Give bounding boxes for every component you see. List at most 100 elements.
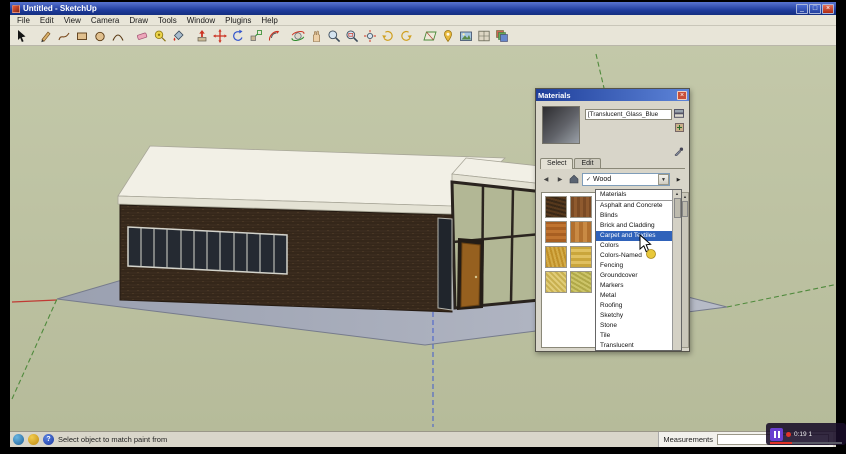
dropdown-item[interactable]: Metal <box>596 291 672 301</box>
offset-tool-icon[interactable] <box>265 27 282 44</box>
title-bar[interactable]: Untitled - SketchUp _ □ × <box>10 2 836 15</box>
eraser-tool-icon[interactable] <box>133 27 150 44</box>
dropdown-item-selected[interactable]: Carpet and Textiles <box>596 231 672 241</box>
maximize-button[interactable]: □ <box>809 3 821 14</box>
dialog-scrollbar[interactable]: ▲ <box>681 192 689 348</box>
in-model-icon[interactable] <box>568 174 580 186</box>
pan-tool-icon[interactable] <box>307 27 324 44</box>
combo-arrow-icon[interactable]: ▼ <box>658 174 669 185</box>
menu-plugins[interactable]: Plugins <box>220 16 256 25</box>
video-frame: Untitled - SketchUp _ □ × File Edit View… <box>0 0 846 454</box>
menu-edit[interactable]: Edit <box>35 16 59 25</box>
next-view-tool-icon[interactable] <box>397 27 414 44</box>
viewport[interactable]: Materials × [Translucent_Glass_Blue Sele… <box>10 46 836 431</box>
scroll-thumb[interactable] <box>673 198 681 218</box>
dropdown-item[interactable]: Fencing <box>596 261 672 271</box>
geolocation-icon[interactable] <box>13 434 24 445</box>
section-plane-tool-icon[interactable] <box>421 27 438 44</box>
material-name-field[interactable]: [Translucent_Glass_Blue <box>585 109 672 120</box>
window-title: Untitled - SketchUp <box>23 4 97 13</box>
dialog-close-icon[interactable]: × <box>677 90 687 100</box>
zoom-extents-tool-icon[interactable] <box>361 27 378 44</box>
close-button[interactable]: × <box>822 3 834 14</box>
video-progress-bar[interactable] <box>770 442 842 444</box>
dropdown-item[interactable]: Roofing <box>596 301 672 311</box>
select-tool-icon[interactable] <box>13 27 30 44</box>
material-thumbnail[interactable] <box>570 196 592 218</box>
material-thumbnail[interactable] <box>545 221 567 243</box>
orbit-tool-icon[interactable] <box>289 27 306 44</box>
collection-dropdown[interactable]: ✓ Wood ▼ <box>582 173 670 186</box>
push-pull-tool-icon[interactable] <box>193 27 210 44</box>
menu-bar: File Edit View Camera Draw Tools Window … <box>10 15 836 26</box>
tab-select[interactable]: Select <box>540 158 574 169</box>
sketchup-window: Untitled - SketchUp _ □ × File Edit View… <box>10 2 836 447</box>
freehand-tool-icon[interactable] <box>55 27 72 44</box>
scroll-up-icon[interactable]: ▲ <box>683 193 687 200</box>
material-thumbnail[interactable] <box>545 196 567 218</box>
material-thumbnail[interactable] <box>570 246 592 268</box>
sketchup-logo-icon <box>12 4 20 13</box>
dropdown-scrollbar[interactable]: ▲ <box>672 190 681 350</box>
menu-window[interactable]: Window <box>182 16 220 25</box>
menu-file[interactable]: File <box>12 16 35 25</box>
previous-view-tool-icon[interactable] <box>379 27 396 44</box>
dropdown-item[interactable]: Tile <box>596 331 672 341</box>
paint-bucket-tool-icon[interactable] <box>169 27 186 44</box>
layers-tool-icon[interactable] <box>493 27 510 44</box>
scale-tool-icon[interactable] <box>247 27 264 44</box>
check-icon: ✓ <box>586 177 592 183</box>
arc-tool-icon[interactable] <box>109 27 126 44</box>
menu-view[interactable]: View <box>59 16 86 25</box>
dropdown-item[interactable]: Translucent <box>596 341 672 351</box>
materials-dialog-titlebar[interactable]: Materials × <box>536 89 689 101</box>
dropdown-item[interactable]: Blinds <box>596 211 672 221</box>
styles-tool-icon[interactable] <box>475 27 492 44</box>
dropdown-item[interactable]: Colors-Named <box>596 251 672 261</box>
dropdown-item[interactable]: Stone <box>596 321 672 331</box>
help-icon[interactable]: ? <box>43 434 54 445</box>
details-arrow-icon[interactable]: ▶ <box>672 174 685 186</box>
circle-tool-icon[interactable] <box>91 27 108 44</box>
dropdown-item[interactable]: Sketchy <box>596 311 672 321</box>
collections-nav-row: ◀ ▶ ✓ Wood ▼ ▶ <box>540 173 685 186</box>
add-location-tool-icon[interactable] <box>439 27 456 44</box>
dropdown-item[interactable]: Colors <box>596 241 672 251</box>
minimize-button[interactable]: _ <box>796 3 808 14</box>
create-material-icon[interactable] <box>675 119 684 137</box>
menu-tools[interactable]: Tools <box>153 16 182 25</box>
photo-textures-tool-icon[interactable] <box>457 27 474 44</box>
back-arrow-icon[interactable]: ◀ <box>540 174 552 186</box>
forward-arrow-icon[interactable]: ▶ <box>554 174 566 186</box>
move-tool-icon[interactable] <box>211 27 228 44</box>
zoom-tool-icon[interactable] <box>325 27 342 44</box>
menu-camera[interactable]: Camera <box>86 16 124 25</box>
tape-measure-tool-icon[interactable] <box>151 27 168 44</box>
dropdown-item[interactable]: Markers <box>596 281 672 291</box>
dialog-title: Materials <box>538 90 571 100</box>
rectangle-tool-icon[interactable] <box>73 27 90 44</box>
credits-icon[interactable] <box>28 434 39 445</box>
material-thumbnail[interactable] <box>545 246 567 268</box>
zoom-window-tool-icon[interactable] <box>343 27 360 44</box>
dropdown-item[interactable]: Asphalt and Concrete <box>596 201 672 211</box>
material-thumbnail[interactable] <box>570 221 592 243</box>
menu-draw[interactable]: Draw <box>124 16 153 25</box>
scroll-thumb[interactable] <box>682 201 688 217</box>
tab-edit[interactable]: Edit <box>574 158 601 168</box>
material-thumbnail[interactable] <box>545 271 567 293</box>
scene-canvas[interactable] <box>10 46 836 431</box>
material-preview[interactable] <box>542 106 580 144</box>
pause-icon[interactable] <box>770 427 783 441</box>
line-tool-icon[interactable] <box>37 27 54 44</box>
dropdown-item[interactable]: Groundcover <box>596 271 672 281</box>
menu-help[interactable]: Help <box>256 16 282 25</box>
dialog-tabs: Select Edit <box>540 155 685 169</box>
dropdown-item[interactable]: Materials <box>596 190 672 201</box>
dropdown-item[interactable]: Brick and Cladding <box>596 221 672 231</box>
video-time: 0:19 1 <box>794 430 813 438</box>
measurements-label: Measurements <box>663 435 713 444</box>
scroll-up-icon[interactable]: ▲ <box>675 190 679 197</box>
rotate-tool-icon[interactable] <box>229 27 246 44</box>
material-thumbnail[interactable] <box>570 271 592 293</box>
